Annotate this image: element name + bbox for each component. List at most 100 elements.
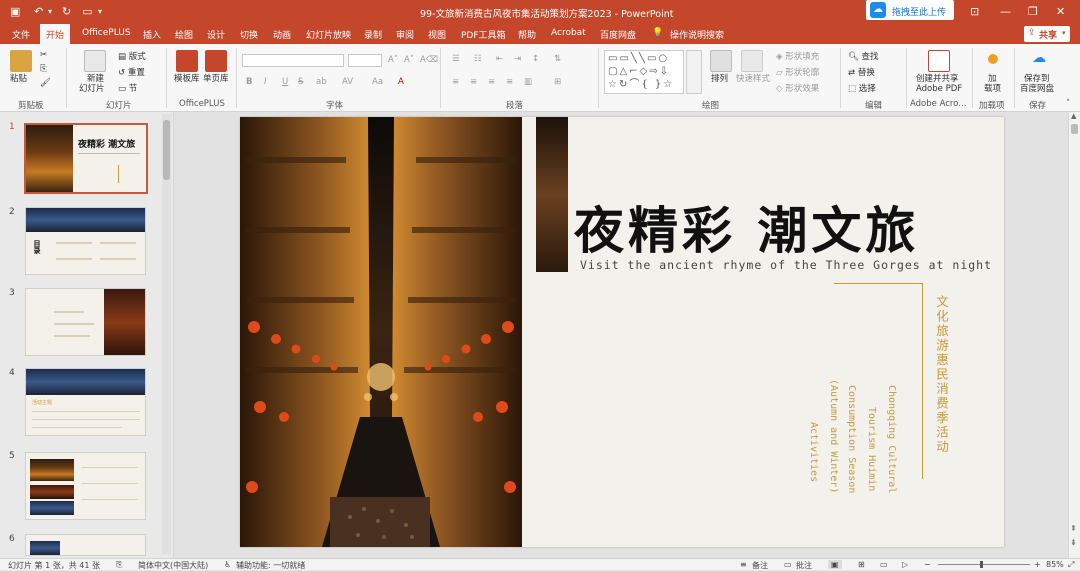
select-button[interactable]: ⬚ 选择 [848,82,876,94]
new-slide-label[interactable]: 新建 [87,74,104,84]
present-icon[interactable]: ▭ [82,5,92,18]
italic-button[interactable]: I [264,77,267,87]
shapes-gallery-scroll[interactable] [686,50,702,94]
copy-icon[interactable]: ⎘ [40,64,47,74]
tab-animations[interactable]: 动画 [273,28,291,41]
quick-styles-label[interactable]: 快速样式 [736,74,770,84]
tab-insert[interactable]: 插入 [143,28,161,41]
tab-record[interactable]: 录制 [364,28,382,41]
shape-fill-button[interactable]: ◈ 形状填充 [776,50,819,62]
template-library-icon[interactable] [176,50,198,72]
slide-thumbnail-6[interactable] [25,534,146,556]
tab-baidu-netdisk[interactable]: 百度网盘 [600,28,636,41]
slide-thumbnail-2[interactable]: 目录 [25,207,146,275]
notes-button[interactable]: 备注 [752,560,768,571]
adobe-pdf-icon[interactable] [928,50,950,72]
tab-view[interactable]: 视图 [428,28,446,41]
upload-drop-zone[interactable]: ☁ 拖拽至此上传 [866,0,954,20]
baidu-save-icon[interactable]: ☁ [1028,50,1050,68]
slideshow-icon[interactable]: ▷ [902,560,908,569]
columns-icon[interactable]: ▥ [524,77,532,87]
shapes-gallery[interactable]: ▭▭╲╲▭○ ▢△⌐◇⇨⇩ ☆↻⌒{ }☆ [604,50,684,94]
slide-en-col-3[interactable]: Consumption Season [846,385,857,493]
canvas-vertical-scrollbar[interactable]: ▲ ⇞ ⇟ [1068,112,1080,558]
spellcheck-icon[interactable]: ⎘ [116,560,122,570]
tab-pdf-toolbox[interactable]: PDF工具箱 [461,28,506,41]
restore-icon[interactable]: ❐ [1028,5,1038,18]
change-case-button[interactable]: Aa [372,77,383,87]
paste-label[interactable]: 粘贴 [10,74,27,84]
template-library-label[interactable]: 模板库 [174,74,200,84]
new-slide-label-2[interactable]: 幻灯片 [79,84,105,94]
bold-button[interactable]: B [246,77,252,87]
section-button[interactable]: ▭ 节 [118,82,137,94]
arrange-label[interactable]: 排列 [711,74,728,84]
slide-sorter-icon[interactable]: ⊞ [858,560,865,569]
tab-help[interactable]: 帮助 [518,28,536,41]
line-spacing-icon[interactable]: ↕ [532,54,539,64]
underline-button[interactable]: U [282,77,288,87]
save-to-label-2[interactable]: 百度网盘 [1020,84,1054,94]
reading-view-icon[interactable]: ▭ [880,560,888,569]
slide-title[interactable]: 夜精彩 潮文旅 [574,191,919,263]
thumbnail-scrollbar[interactable] [162,114,171,554]
next-slide-icon[interactable]: ⇟ [1070,538,1077,547]
strikethrough-button[interactable]: S [298,77,303,87]
cut-icon[interactable]: ✂ [40,50,47,60]
layout-button[interactable]: ▤ 版式 [118,50,146,62]
single-page-library-icon[interactable] [205,50,227,72]
shape-effects-button[interactable]: ◇ 形状效果 [776,82,819,94]
close-icon[interactable]: ✕ [1056,5,1065,18]
prev-slide-icon[interactable]: ⇞ [1070,524,1077,533]
accessibility-status[interactable]: 辅助功能: 一切就绪 [236,560,305,571]
share-button[interactable]: ⇪ 共享 ▾ [1024,26,1070,42]
slide-en-col-5[interactable]: Activities [808,422,819,482]
reset-button[interactable]: ↺ 重置 [118,66,145,78]
tab-home[interactable]: 开始 [40,24,71,44]
zoom-in-icon[interactable]: + [1034,560,1041,569]
slide-subtitle[interactable]: Visit the ancient rhyme of the Three Gor… [580,258,992,272]
text-direction-icon[interactable]: ⇅ [554,54,561,64]
increase-indent-icon[interactable]: ⇥ [514,54,521,64]
addins-label[interactable]: 加 [988,74,997,84]
font-name-combo[interactable] [242,54,344,67]
zoom-out-icon[interactable]: − [924,560,931,569]
addins-icon[interactable] [988,54,998,64]
justify-icon[interactable]: ≡ [506,77,513,87]
scroll-up-icon[interactable]: ▲ [1071,112,1076,120]
font-size-combo[interactable] [348,54,382,67]
tab-file[interactable]: 文件 [12,28,30,41]
bullets-icon[interactable]: ☰ [452,54,460,64]
normal-view-icon[interactable]: ▣ [828,560,842,569]
slide-thumbnail-1[interactable]: 夜精彩 潮文旅 [24,123,148,194]
align-center-icon[interactable]: ≡ [470,77,477,87]
zoom-slider-thumb[interactable] [980,561,983,568]
tab-transitions[interactable]: 切换 [240,28,258,41]
autosave-icon[interactable]: ▣ [10,5,20,18]
decrease-indent-icon[interactable]: ⇤ [496,54,503,64]
find-button[interactable]: 🔍︎ 查找 [848,50,879,62]
save-to-label[interactable]: 保存到 [1024,74,1050,84]
redo-icon[interactable]: ↻ [62,5,71,18]
zoom-slider[interactable] [938,564,1030,565]
single-page-library-label[interactable]: 单页库 [203,74,229,84]
new-slide-icon[interactable] [84,50,106,72]
language-indicator[interactable]: 简体中文(中国大陆) [138,560,208,571]
slide-thumbnail-5[interactable] [25,452,146,520]
ribbon-display-icon[interactable]: ⊡ [970,5,979,18]
canvas-scroll-thumb[interactable] [1071,124,1078,134]
zoom-level[interactable]: 85% [1046,560,1064,569]
customize-qat-icon[interactable]: ▾ [98,7,102,16]
paste-icon[interactable] [10,50,32,72]
slide-thumbnail-3[interactable] [25,288,146,356]
current-slide[interactable]: 夜精彩 潮文旅 Visit the ancient rhyme of the T… [240,117,1004,547]
fit-to-window-icon[interactable]: ⤢ [1068,560,1074,570]
addins-label-2[interactable]: 载项 [984,84,1001,94]
collapse-ribbon-icon[interactable]: ˄ [1066,99,1070,109]
adobe-create-label[interactable]: 创建并共享 [916,74,959,84]
shadow-button[interactable]: ab [316,77,327,87]
tab-slideshow[interactable]: 幻灯片放映 [306,28,351,41]
char-spacing-button[interactable]: AV [342,77,353,87]
quick-styles-icon[interactable] [741,50,763,72]
tab-review[interactable]: 审阅 [396,28,414,41]
